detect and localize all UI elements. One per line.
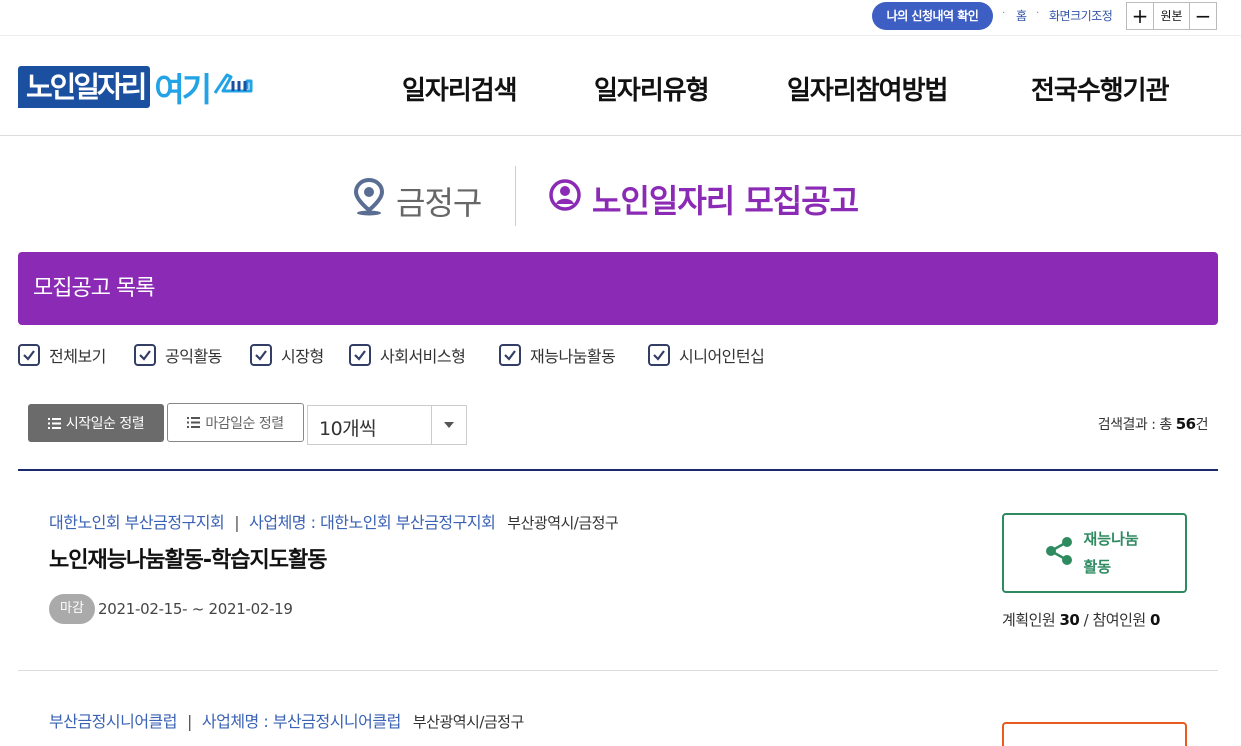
region-name: 금정구 [396, 184, 482, 222]
filter-all[interactable]: 전체보기 [18, 343, 106, 367]
job-location: 부산광역시/금정구 [412, 713, 524, 731]
nav-agencies[interactable]: 전국수행기관 [1031, 70, 1170, 107]
checkbox-checked-icon[interactable] [134, 344, 156, 366]
separator-dot: · [1002, 8, 1006, 19]
separator-dot: · [1036, 8, 1040, 19]
zoom-reset-button[interactable]: 원본 [1154, 3, 1190, 29]
job-org: 부산금정시니어클럽 [49, 712, 177, 731]
filter-senior-intern[interactable]: 시니어인턴십 [648, 343, 765, 367]
job-business: 사업체명 : 대한노인회 부산금정구지회 [249, 513, 496, 532]
job-type-label: 재능나눔활동 [1083, 530, 1139, 576]
user-circle-icon [548, 178, 582, 220]
joined-label: 참여인원 [1092, 611, 1146, 629]
filter-label: 전체보기 [49, 347, 106, 366]
result-number: 56 [1175, 415, 1196, 433]
sort-start-label: 시작일순 정렬 [65, 416, 145, 432]
logo-main-text: 노인일자리 [18, 66, 151, 108]
list-heading: 모집공고 목록 [18, 252, 1218, 325]
filter-talent-sharing[interactable]: 재능나눔활동 [499, 343, 616, 367]
job-meta: 대한노인회 부산금정구지회 | 사업체명 : 대한노인회 부산금정구지회 부산광역시/… [49, 509, 619, 533]
filter-social-service[interactable]: 사회서비스형 [349, 343, 466, 367]
checkbox-checked-icon[interactable] [18, 344, 40, 366]
checkbox-checked-icon[interactable] [349, 344, 371, 366]
checkbox-checked-icon[interactable] [250, 344, 272, 366]
page-title-text: 노인일자리 모집공고 [592, 182, 859, 220]
job-location: 부산광역시/금정구 [507, 514, 619, 532]
sort-end-label: 마감일순 정렬 [205, 415, 284, 432]
job-meta: 부산금정시니어클럽 | 사업체명 : 부산금정시니어클럽 부산광역시/금정구 [49, 708, 524, 732]
nav-job-types[interactable]: 일자리유형 [594, 70, 710, 107]
utility-bar: 나의 신청내역 확인 · 홈 · 화면크기조정 + 원본 − [0, 0, 1241, 35]
page-size-value: 10개씩 [319, 418, 377, 440]
planned-count: 30 [1059, 611, 1080, 629]
list-icon [187, 417, 201, 428]
home-link[interactable]: 홈 [1016, 7, 1027, 24]
dropdown-arrow-icon[interactable] [431, 406, 466, 444]
status-badge: 마감 [49, 594, 95, 624]
filter-label: 공익활동 [165, 347, 222, 366]
job-dates: 2021-02-15- ~ 2021-02-19 [98, 600, 293, 618]
pointing-hand-icon [211, 67, 257, 107]
region-header: 금정구 노인일자리 모집공고 [0, 166, 1241, 228]
filter-public-activity[interactable]: 공익활동 [134, 343, 222, 367]
site-header: 노인일자리 여기 일자리검색 일자리유형 일자리참여방법 전국수행기관 [0, 35, 1241, 136]
zoom-controls: + 원본 − [1126, 2, 1217, 30]
meta-separator: | [234, 513, 240, 532]
job-type-box [1002, 722, 1187, 746]
joined-count: 0 [1149, 611, 1160, 629]
job-title[interactable]: 노인재능나눔활동-학습지도활동 [49, 542, 327, 574]
apply-history-button[interactable]: 나의 신청내역 확인 [872, 2, 993, 30]
region-location: 금정구 [352, 177, 482, 224]
planned-label: 계획인원 [1002, 611, 1056, 629]
result-prefix: 검색결과 : 총 [1097, 417, 1173, 433]
filter-label: 시장형 [281, 347, 324, 366]
job-item[interactable]: 대한노인회 부산금정구지회 | 사업체명 : 대한노인회 부산금정구지회 부산광역시/… [18, 471, 1218, 671]
job-type-box: 재능나눔활동 [1002, 513, 1187, 593]
checkbox-checked-icon[interactable] [648, 344, 670, 366]
sort-by-end-button[interactable]: 마감일순 정렬 [167, 403, 304, 442]
filter-label: 사회서비스형 [380, 347, 466, 366]
region-divider [515, 166, 516, 226]
meta-separator: | [186, 712, 192, 731]
filter-label: 재능나눔활동 [530, 347, 616, 366]
site-logo[interactable]: 노인일자리 여기 [18, 63, 257, 111]
logo-accent-text: 여기 [154, 70, 212, 109]
nav-how-to-apply[interactable]: 일자리참여방법 [787, 70, 948, 107]
search-result-count: 검색결과 : 총 56건 [1097, 414, 1209, 434]
filter-label: 시니어인턴십 [679, 347, 765, 366]
page-title: 노인일자리 모집공고 [548, 176, 859, 222]
headcount: 계획인원 30 / 참여인원 0 [1002, 609, 1160, 630]
nav-job-search[interactable]: 일자리검색 [402, 70, 518, 107]
map-pin-icon [352, 177, 386, 224]
sort-by-start-button[interactable]: 시작일순 정렬 [28, 404, 164, 442]
job-period: 마감 2021-02-15- ~ 2021-02-19 [49, 594, 293, 624]
filter-market[interactable]: 시장형 [250, 343, 324, 367]
share-icon [1044, 536, 1074, 570]
zoom-out-button[interactable]: − [1190, 3, 1216, 29]
checkbox-checked-icon[interactable] [499, 344, 521, 366]
zoom-in-button[interactable]: + [1127, 3, 1154, 29]
job-org: 대한노인회 부산금정구지회 [49, 513, 225, 532]
job-item[interactable]: 부산금정시니어클럽 | 사업체명 : 부산금정시니어클럽 부산광역시/금정구 [18, 671, 1218, 746]
font-adjust-label: 화면크기조정 [1049, 9, 1113, 23]
page-size-select[interactable]: 10개씩 [307, 405, 467, 445]
headcount-slash: / [1083, 611, 1089, 629]
job-business: 사업체명 : 부산금정시니어클럽 [201, 712, 401, 731]
result-suffix: 건 [1195, 417, 1209, 433]
list-icon [47, 417, 61, 429]
